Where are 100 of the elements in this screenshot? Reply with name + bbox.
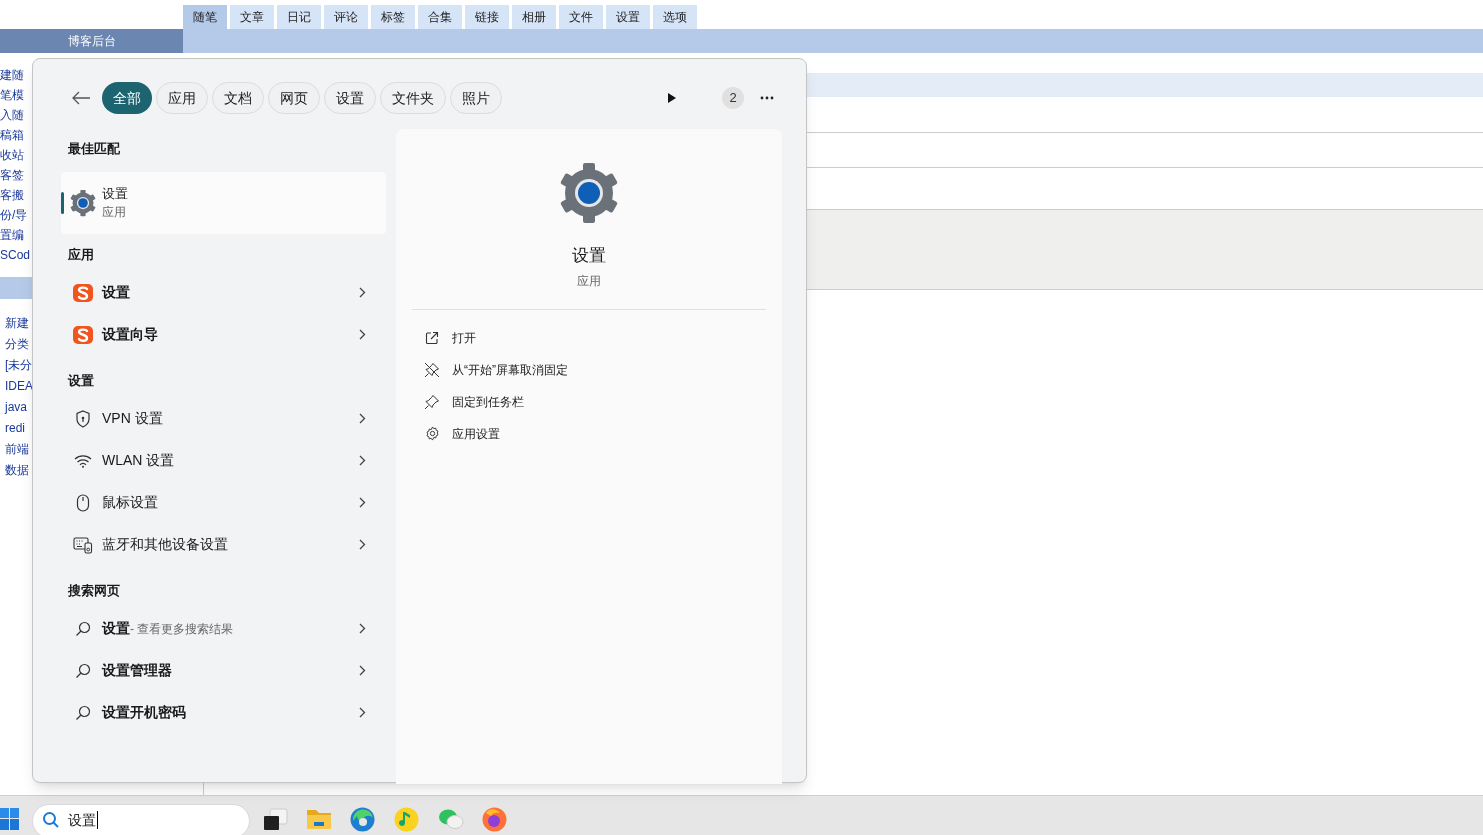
action-item[interactable]: 从“开始”屏幕取消固定 (412, 353, 766, 386)
result-item[interactable]: 鼠标设置 (61, 481, 386, 524)
blog-tab[interactable]: 评论 (324, 5, 368, 29)
category-link[interactable]: 新建 (0, 313, 32, 334)
result-label: 设置 (102, 283, 130, 302)
section-heading: 最佳匹配 (67, 140, 121, 158)
open-external-icon (425, 330, 439, 345)
sidebar-link[interactable]: 置编 (0, 225, 32, 245)
result-hint: - 查看更多搜索结果 (130, 620, 234, 638)
action-label: 应用设置 (452, 425, 500, 443)
result-item[interactable]: 设置向导 (61, 313, 386, 356)
result-item[interactable]: 设置 (61, 271, 386, 314)
sidebar-link[interactable]: 收站 (0, 145, 32, 165)
filter-chip[interactable]: 照片 (450, 82, 502, 114)
back-arrow-icon[interactable] (71, 90, 91, 106)
chevron-right-icon (359, 539, 366, 550)
result-label: 鼠标设置 (102, 493, 158, 512)
blog-tab[interactable]: 文件 (559, 5, 603, 29)
sidebar-link[interactable]: SCod (0, 245, 32, 265)
blog-tab[interactable]: 标签 (371, 5, 415, 29)
result-item[interactable]: 设置管理器 (61, 649, 386, 692)
sidebar-link[interactable]: 客搬 (0, 185, 32, 205)
sidebar-link[interactable]: 份/导 (0, 205, 32, 225)
taskbar-search-field[interactable]: 设置 (32, 804, 250, 835)
sidebar-link[interactable]: 建随 (0, 65, 32, 85)
action-item[interactable]: 打开 (412, 321, 766, 354)
category-link[interactable]: 数据 (0, 460, 32, 481)
result-title: 设置 (102, 184, 128, 203)
browser-icon[interactable] (350, 807, 375, 832)
chevron-right-icon (359, 329, 366, 340)
category-link[interactable]: IDEA (0, 376, 32, 397)
blog-tab[interactable]: 合集 (418, 5, 462, 29)
chevron-right-icon (359, 665, 366, 676)
best-match-item[interactable]: 设置 应用 (61, 171, 386, 234)
details-title: 设置 (572, 245, 606, 267)
result-item[interactable]: WLAN 设置 (61, 439, 386, 482)
blog-tab[interactable]: 选项 (653, 5, 697, 29)
more-icon[interactable] (760, 96, 774, 100)
blog-tab[interactable]: 文章 (230, 5, 274, 29)
chevron-right-icon (359, 497, 366, 508)
result-item[interactable]: 设置- 查看更多搜索结果 (61, 607, 386, 650)
unpin-icon (424, 361, 440, 378)
chevron-right-icon (359, 707, 366, 718)
category-link[interactable]: redi (0, 418, 32, 439)
play-icon[interactable] (667, 92, 677, 104)
result-item[interactable]: VPN 设置 (61, 397, 386, 440)
blog-tab[interactable]: 随笔 (183, 5, 227, 29)
category-link[interactable]: [未分 (0, 355, 32, 376)
shield-icon (75, 409, 91, 428)
search-icon (75, 662, 91, 679)
folder-icon[interactable] (306, 808, 332, 830)
action-item[interactable]: 固定到任务栏 (412, 385, 766, 418)
result-label: 蓝牙和其他设备设置 (102, 535, 228, 554)
result-item[interactable]: 设置开机密码 (61, 691, 386, 734)
section-heading: 搜索网页 (67, 581, 121, 600)
settings-icon (424, 426, 440, 441)
task-view-icon[interactable] (262, 808, 288, 832)
result-label: 设置 (102, 619, 130, 638)
result-label: WLAN 设置 (102, 451, 175, 470)
filter-chip[interactable]: 应用 (156, 82, 208, 114)
s-logo-icon (72, 324, 94, 345)
fox-globe-icon[interactable] (482, 807, 507, 832)
details-subtitle: 应用 (577, 272, 601, 290)
mouse-icon (76, 493, 90, 512)
wifi-icon (74, 453, 92, 468)
result-label: 设置管理器 (102, 661, 172, 680)
count-badge: 2 (722, 87, 744, 109)
action-label: 打开 (452, 329, 476, 347)
gear-icon (69, 188, 97, 217)
category-link[interactable]: 前端 (0, 439, 32, 460)
music-note-icon[interactable] (394, 807, 419, 832)
search-icon (42, 811, 60, 829)
search-input-text: 设置 (68, 811, 98, 829)
action-label: 从“开始”屏幕取消固定 (452, 361, 568, 379)
result-subtitle: 应用 (102, 203, 127, 221)
windows-start-icon[interactable] (0, 808, 19, 830)
result-label: VPN 设置 (102, 409, 163, 428)
filter-chip[interactable]: 文档 (212, 82, 264, 114)
category-link[interactable]: 分类 (0, 334, 32, 355)
chevron-right-icon (359, 287, 366, 298)
sidebar-link[interactable]: 稿箱 (0, 125, 32, 145)
blog-tab[interactable]: 链接 (465, 5, 509, 29)
search-icon (75, 620, 91, 637)
result-item[interactable]: 蓝牙和其他设备设置 (61, 523, 386, 566)
sidebar-link[interactable]: 客签 (0, 165, 32, 185)
filter-chip[interactable]: 全部 (102, 82, 152, 114)
result-label: 设置开机密码 (102, 703, 186, 722)
filter-chip[interactable]: 文件夹 (380, 82, 446, 114)
category-link[interactable]: java (0, 397, 32, 418)
sidebar-link[interactable]: 入随 (0, 105, 32, 125)
filter-chip[interactable]: 网页 (268, 82, 320, 114)
action-item[interactable]: 应用设置 (412, 417, 766, 450)
pin-icon (424, 393, 440, 410)
sidebar-link[interactable]: 笔模 (0, 85, 32, 105)
section-heading: 应用 (67, 245, 95, 264)
search-icon (75, 704, 91, 721)
filter-chip[interactable]: 设置 (324, 82, 376, 114)
blog-tab[interactable]: 日记 (277, 5, 321, 29)
blog-tab[interactable]: 设置 (606, 5, 650, 29)
blog-tab[interactable]: 相册 (512, 5, 556, 29)
